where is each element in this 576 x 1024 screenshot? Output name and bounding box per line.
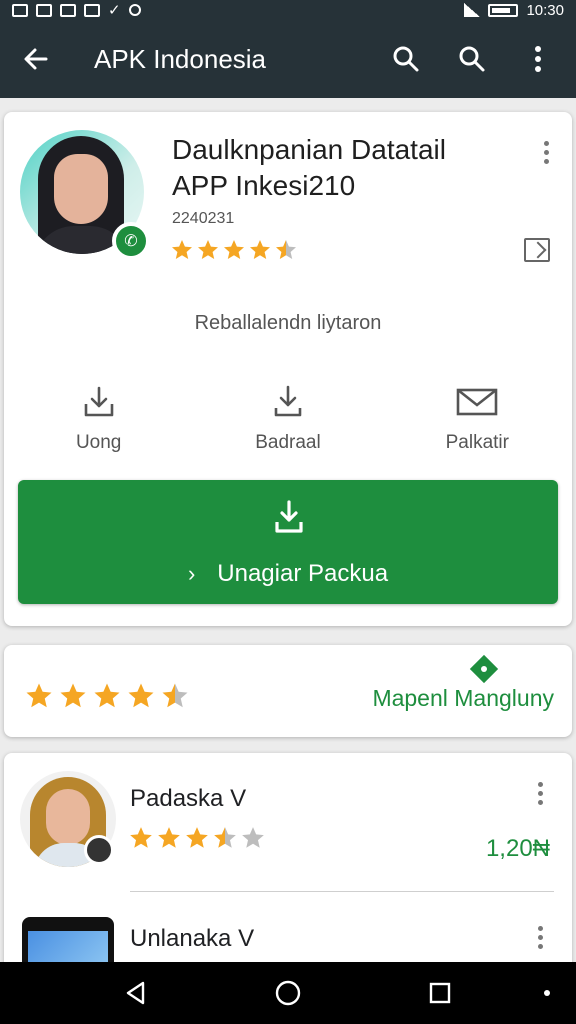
download-tray-icon xyxy=(84,386,113,417)
app-date: 2240231 xyxy=(172,210,235,227)
share-button[interactable] xyxy=(524,238,550,262)
sync-notification-icon xyxy=(128,4,141,16)
rating-card: Mapenl Mangluny xyxy=(4,645,572,737)
star-icon xyxy=(250,240,270,259)
list-item-more-button[interactable] xyxy=(528,775,552,811)
search-icon xyxy=(459,46,485,72)
action-row: Uong Badraal Palkatir xyxy=(4,384,572,454)
image-notification-icon xyxy=(12,3,28,17)
star-icon xyxy=(172,240,192,259)
check-notification-icon: ✓ xyxy=(108,2,121,19)
chevron-right-icon: › xyxy=(187,561,196,586)
list-item-stars xyxy=(128,825,266,851)
square-recents-icon xyxy=(429,982,451,1004)
whatsapp-badge-icon: ✆ xyxy=(112,222,150,260)
download-icon xyxy=(275,500,303,533)
app-detail-card: ✆ Daulknpanian Datatail APP Inkesi210 22… xyxy=(4,112,572,626)
gallery-notification-icon xyxy=(36,3,52,17)
rating-link[interactable]: Mapenl Mangluny xyxy=(372,685,554,712)
search-button[interactable] xyxy=(384,37,428,81)
action-uong[interactable]: Uong xyxy=(24,384,174,454)
star-icon xyxy=(242,827,264,848)
battery-icon xyxy=(488,3,519,17)
location-diamond-icon xyxy=(469,654,499,684)
app-name: Daulknpanian Datatail APP Inkesi210 xyxy=(172,134,446,201)
star-icon xyxy=(224,240,244,259)
app-avatar: ✆ xyxy=(20,130,152,262)
nav-back-button[interactable] xyxy=(114,971,158,1015)
list-item-name: Padaska V xyxy=(130,785,247,812)
star-icon xyxy=(128,683,154,708)
star-icon xyxy=(94,683,120,708)
app-bar: APK Indonesia xyxy=(0,20,576,98)
nav-home-button[interactable] xyxy=(266,971,310,1015)
list-item-price: 1,20₦ xyxy=(485,835,550,862)
star-icon xyxy=(198,240,218,259)
overall-rating-stars xyxy=(24,681,190,711)
mail-icon xyxy=(457,388,498,416)
list-item-more-button[interactable] xyxy=(528,919,552,955)
badge-icon xyxy=(84,835,114,865)
app-rating-stars xyxy=(170,238,298,262)
system-nav-bar xyxy=(0,962,576,1024)
divider xyxy=(130,891,554,892)
list-item[interactable]: Padaska V 1,20₦ xyxy=(4,753,572,893)
star-icon xyxy=(186,827,208,848)
list-item-name: Unlanaka V xyxy=(130,925,255,952)
star-icon xyxy=(26,683,52,708)
arrow-back-icon xyxy=(24,48,48,70)
mail-notification-icon xyxy=(84,3,100,17)
star-icon xyxy=(130,827,152,848)
notification-icons: ✓ xyxy=(12,1,141,19)
overflow-menu-button[interactable] xyxy=(516,37,560,81)
grid-notification-icon xyxy=(60,3,76,17)
app-bar-title: APK Indonesia xyxy=(94,43,267,74)
install-button-label: Unagiar Packua xyxy=(217,560,389,587)
star-icon xyxy=(214,827,236,848)
star-icon xyxy=(60,683,86,708)
status-bar: ✓ 10:30 xyxy=(0,0,576,20)
star-icon xyxy=(276,240,296,259)
circle-home-icon xyxy=(275,980,301,1006)
star-icon xyxy=(158,827,180,848)
action-palkatir[interactable]: Palkatir xyxy=(402,384,552,454)
search-icon xyxy=(393,46,419,72)
action-label: Uong xyxy=(75,432,122,453)
app-subtitle: Reballalendn liytaron xyxy=(194,312,382,334)
search-button-secondary[interactable] xyxy=(450,37,494,81)
star-icon xyxy=(162,683,188,708)
action-label: Badraal xyxy=(255,432,321,453)
action-label: Palkatir xyxy=(445,432,509,453)
more-vert-icon xyxy=(535,46,541,72)
status-time: 10:30 xyxy=(526,1,564,19)
nav-indicator-dot xyxy=(544,990,550,996)
nav-recents-button[interactable] xyxy=(418,971,462,1015)
related-apps-card: Padaska V 1,20₦ Unlanaka V xyxy=(4,753,572,973)
back-button[interactable] xyxy=(16,39,56,79)
action-badraal[interactable]: Badraal xyxy=(213,384,363,454)
install-button[interactable]: › Unagiar Packua xyxy=(18,480,558,604)
signal-icon xyxy=(464,3,481,17)
app-more-button[interactable] xyxy=(534,134,558,170)
download-icon xyxy=(274,385,302,417)
triangle-back-icon xyxy=(126,981,145,1005)
